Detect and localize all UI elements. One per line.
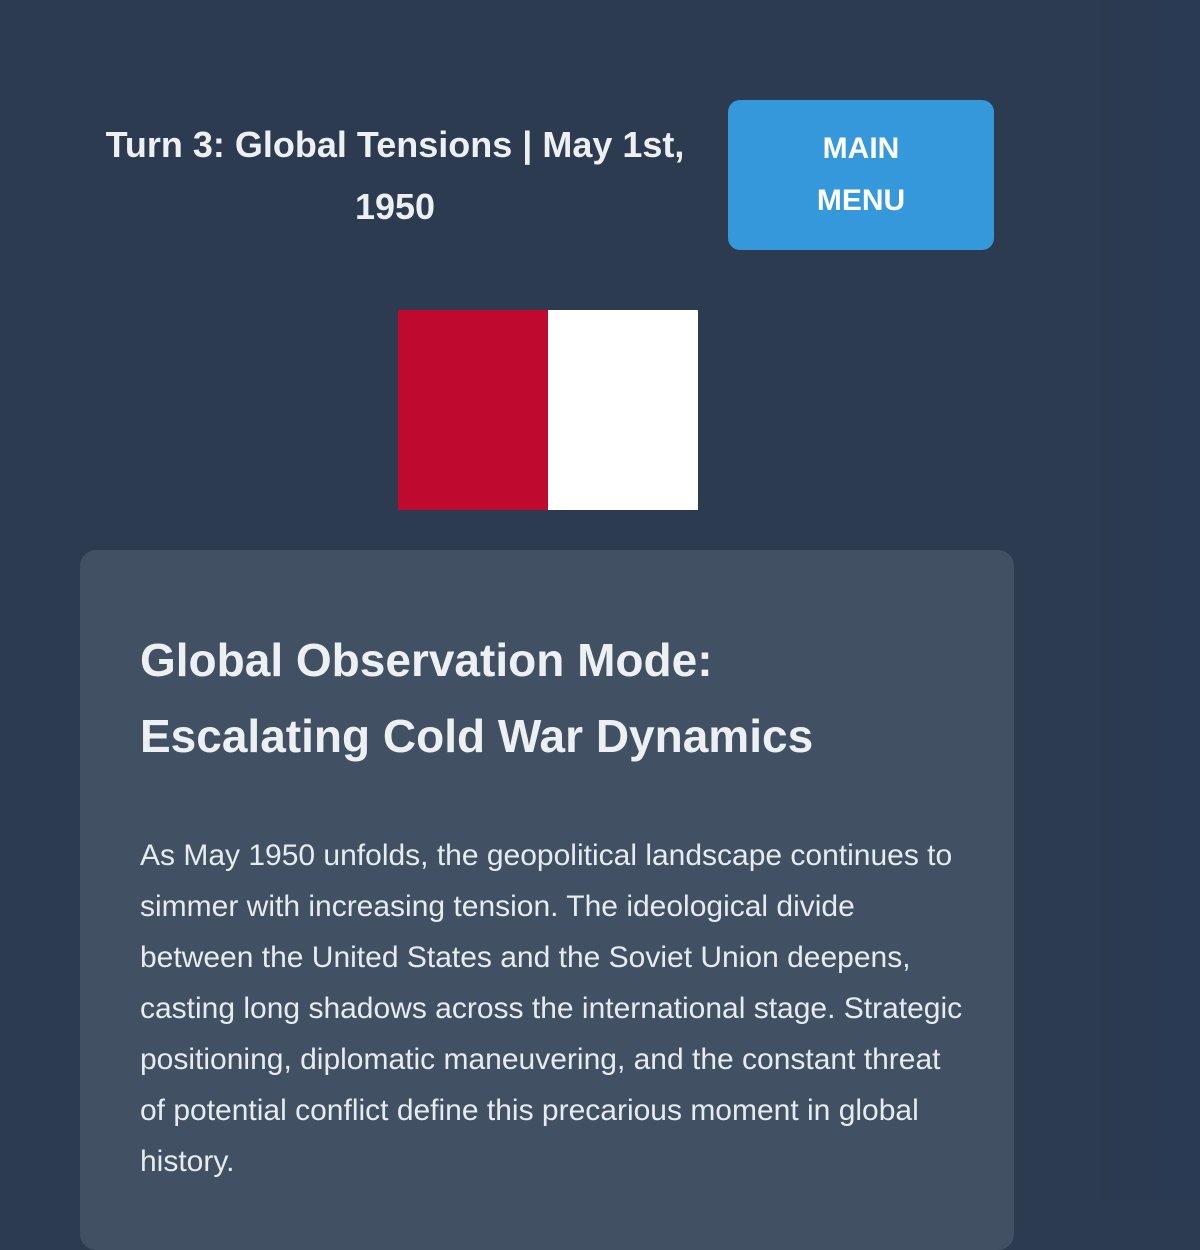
turn-title: Turn 3: Global Tensions | May 1st, 1950 [105, 124, 685, 227]
flag-stripe-left [398, 310, 548, 510]
observation-panel: Global Observation Mode: Escalating Cold… [80, 550, 1014, 1250]
country-flag [398, 310, 698, 510]
game-header: Turn 3: Global Tensions | May 1st, 1950 … [80, 100, 1014, 250]
panel-description: As May 1950 unfolds, the geopolitical la… [140, 839, 963, 1178]
background-shade [1085, 0, 1200, 1200]
panel-title: Global Observation Mode: Escalating Cold… [140, 634, 814, 762]
main-menu-button[interactable]: MAIN MENU [728, 100, 994, 250]
flag-stripe-right [548, 310, 698, 510]
